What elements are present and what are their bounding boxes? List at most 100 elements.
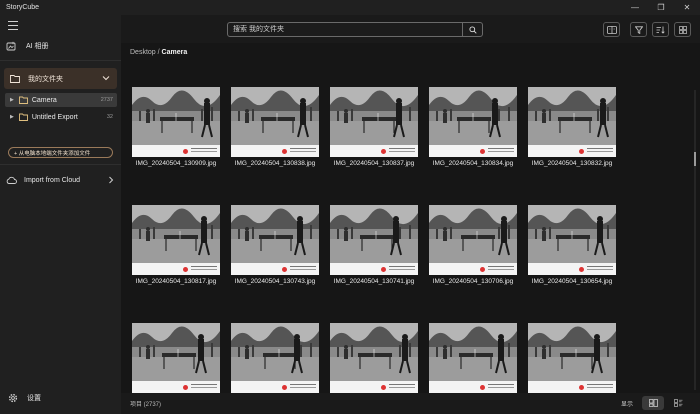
- search-button[interactable]: [462, 23, 482, 36]
- photo-tile[interactable]: [429, 323, 517, 393]
- photo-thumbnail[interactable]: [132, 87, 220, 157]
- photo-tile[interactable]: [528, 323, 616, 393]
- chevron-down-icon[interactable]: [102, 74, 110, 82]
- view-large-icon: [648, 399, 658, 407]
- compare-icon: [606, 25, 617, 34]
- photo-watermark: [429, 263, 517, 275]
- compare-button[interactable]: [603, 22, 620, 37]
- photo-tile[interactable]: IMG_20240504_130741.jpg: [330, 205, 418, 285]
- sidebar-item-label: AI 相册: [26, 43, 49, 50]
- search-input[interactable]: [228, 23, 462, 36]
- photo-filename: IMG_20240504_130834.jpg: [432, 160, 514, 167]
- sort-button[interactable]: [652, 22, 669, 37]
- photo-thumbnail[interactable]: [132, 323, 220, 393]
- photo-watermark: [429, 381, 517, 393]
- breadcrumb-parent[interactable]: Desktop: [130, 49, 156, 56]
- ai-album-icon: [6, 41, 16, 51]
- photo-tile[interactable]: IMG_20240504_130838.jpg: [231, 87, 319, 167]
- photo-tile[interactable]: IMG_20240504_130654.jpg: [528, 205, 616, 285]
- my-folders-section[interactable]: 我的文件夹: [4, 68, 117, 89]
- photo-tile[interactable]: [132, 323, 220, 393]
- add-local-folder-button[interactable]: + 从电脑本地端文件夹添加文件: [8, 147, 113, 158]
- menu-icon[interactable]: [8, 21, 18, 30]
- app-title: StoryCube: [6, 4, 40, 11]
- photo-thumbnail[interactable]: [528, 323, 616, 393]
- photo-tile[interactable]: [231, 323, 319, 393]
- photo-image: [429, 205, 517, 263]
- photo-watermark: [330, 263, 418, 275]
- photo-watermark: [132, 263, 220, 275]
- expand-arrow-icon[interactable]: ▶: [10, 97, 14, 103]
- top-toolbar: [121, 15, 700, 43]
- photo-watermark: [528, 381, 616, 393]
- brand-logo-icon: [480, 149, 485, 154]
- brand-logo-icon: [579, 149, 584, 154]
- photo-tile[interactable]: IMG_20240504_130834.jpg: [429, 87, 517, 167]
- grid-view-icon: [678, 25, 687, 34]
- photo-tile[interactable]: IMG_20240504_130706.jpg: [429, 205, 517, 285]
- photo-watermark: [528, 145, 616, 157]
- brand-logo-icon: [480, 267, 485, 272]
- folder-icon: [10, 75, 20, 83]
- photo-filename: IMG_20240504_130743.jpg: [234, 278, 316, 285]
- photo-image: [231, 323, 319, 381]
- brand-logo-icon: [282, 267, 287, 272]
- restore-button[interactable]: ❐: [648, 0, 674, 15]
- status-bar: 项目 (2737) 显示: [121, 393, 700, 414]
- photo-thumbnail[interactable]: [231, 205, 319, 275]
- photo-thumbnail[interactable]: [330, 205, 418, 275]
- display-label: 显示: [621, 402, 634, 408]
- folder-item-camera[interactable]: ▶ Camera 2737: [5, 93, 117, 107]
- photo-watermark: [231, 381, 319, 393]
- view-list-icon: [673, 399, 682, 407]
- photo-filename: IMG_20240504_130837.jpg: [333, 160, 415, 167]
- brand-logo-icon: [381, 149, 386, 154]
- folder-icon: [18, 96, 28, 104]
- divider: [0, 60, 121, 61]
- photo-thumbnail[interactable]: [231, 323, 319, 393]
- grid-view-button[interactable]: [674, 22, 691, 37]
- photo-thumbnail[interactable]: [429, 323, 517, 393]
- photo-watermark: [132, 145, 220, 157]
- photo-browser: Desktop / Camera IMG_20240504_130909.jpg…: [121, 43, 700, 393]
- photo-image: [330, 323, 418, 381]
- photo-thumbnail[interactable]: [429, 205, 517, 275]
- expand-arrow-icon[interactable]: ▶: [10, 114, 14, 120]
- photo-thumbnail[interactable]: [528, 205, 616, 275]
- photo-thumbnail[interactable]: [528, 87, 616, 157]
- scrollbar-thumb[interactable]: [694, 152, 696, 166]
- brand-logo-icon: [183, 385, 188, 390]
- view-mode-large-button[interactable]: [642, 396, 664, 410]
- filter-icon: [634, 25, 643, 34]
- minimize-button[interactable]: —: [622, 0, 648, 15]
- photo-thumbnail[interactable]: [429, 87, 517, 157]
- photo-filename: IMG_20240504_130706.jpg: [432, 278, 514, 285]
- photo-watermark: [528, 263, 616, 275]
- chevron-right-icon: [109, 176, 114, 184]
- photo-image: [132, 205, 220, 263]
- folder-count: 2737: [100, 97, 113, 103]
- sidebar-item-ai-album[interactable]: AI 相册: [6, 38, 116, 54]
- brand-logo-icon: [579, 267, 584, 272]
- photo-thumbnail[interactable]: [132, 205, 220, 275]
- folder-item-untitled-export[interactable]: ▶ Untitled Export 32: [5, 110, 117, 124]
- photo-thumbnail[interactable]: [330, 323, 418, 393]
- photo-thumbnail[interactable]: [231, 87, 319, 157]
- photo-tile[interactable]: IMG_20240504_130817.jpg: [132, 205, 220, 285]
- photo-thumbnail[interactable]: [330, 87, 418, 157]
- photo-tile[interactable]: IMG_20240504_130909.jpg: [132, 87, 220, 167]
- import-from-cloud-item[interactable]: Import from Cloud: [6, 173, 116, 187]
- photo-tile[interactable]: [330, 323, 418, 393]
- settings-item[interactable]: 设置: [8, 391, 41, 405]
- photo-tile[interactable]: IMG_20240504_130832.jpg: [528, 87, 616, 167]
- photo-tile[interactable]: IMG_20240504_130837.jpg: [330, 87, 418, 167]
- filter-button[interactable]: [630, 22, 647, 37]
- view-mode-list-button[interactable]: [667, 396, 689, 410]
- brand-logo-icon: [282, 385, 287, 390]
- brand-logo-icon: [480, 385, 485, 390]
- scrollbar[interactable]: [694, 90, 696, 390]
- close-button[interactable]: ✕: [674, 0, 700, 15]
- photo-tile[interactable]: IMG_20240504_130743.jpg: [231, 205, 319, 285]
- gear-icon: [8, 393, 18, 403]
- folder-name: Camera: [31, 96, 57, 104]
